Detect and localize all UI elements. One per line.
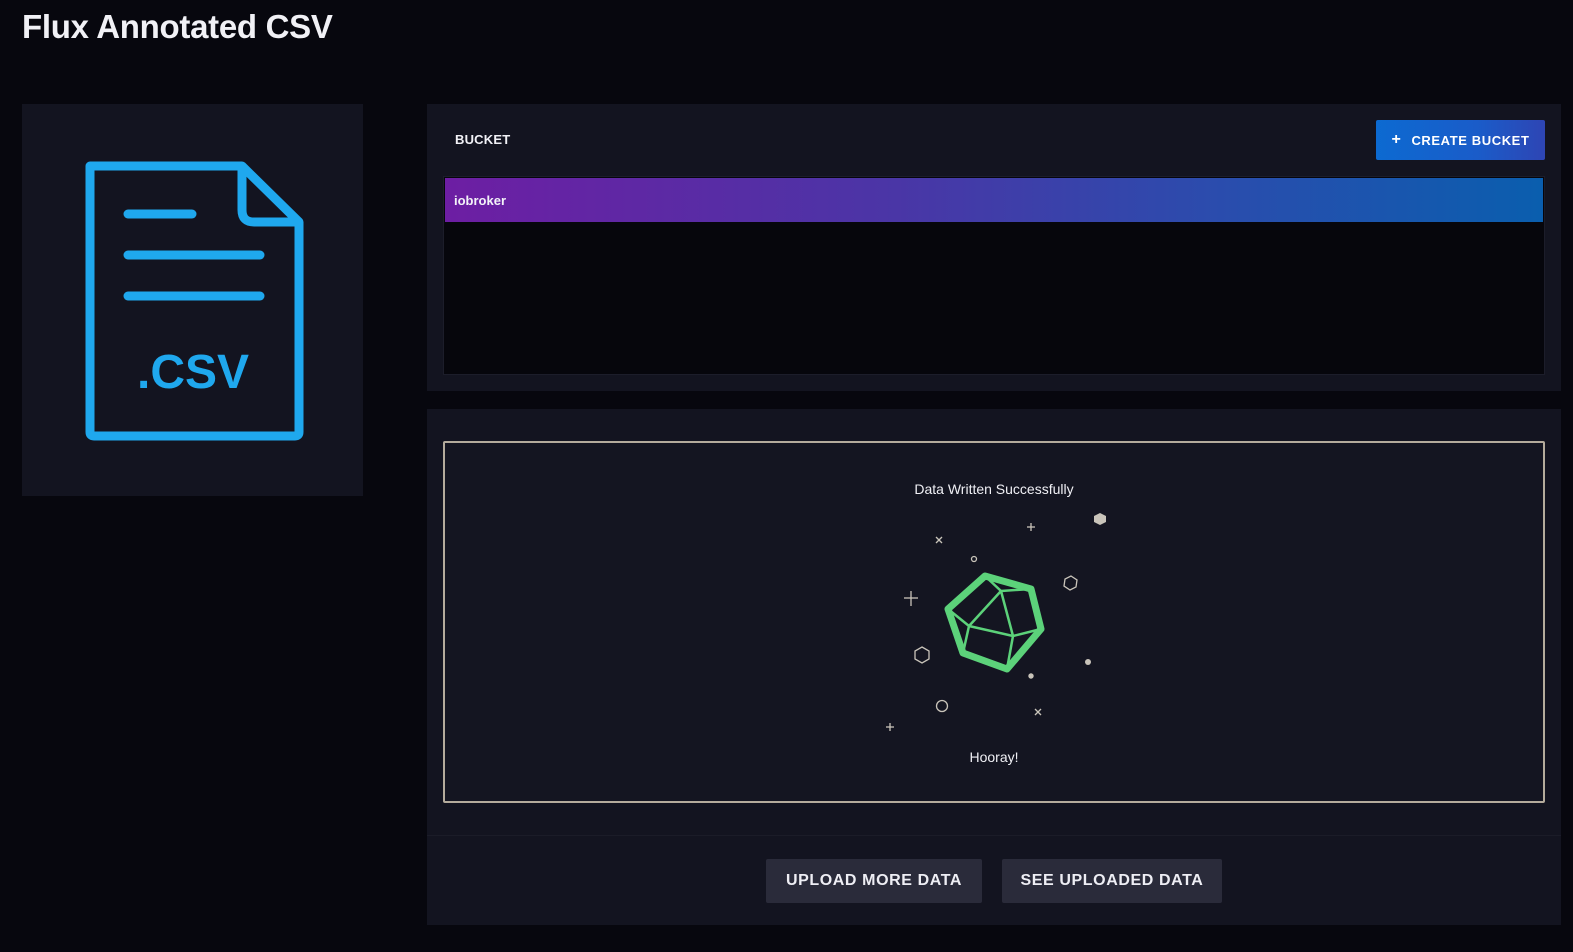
- upload-result-box: Data Written Successfully Hooray!: [443, 441, 1545, 803]
- csv-label: .CSV: [137, 346, 249, 399]
- result-panel: Data Written Successfully Hooray! UPLOAD…: [427, 409, 1561, 925]
- create-bucket-button[interactable]: + CREATE BUCKET: [1376, 120, 1545, 160]
- celebration-illustration: [886, 513, 1106, 731]
- plus-icon: +: [1391, 131, 1402, 148]
- bucket-item-iobroker[interactable]: iobroker: [445, 178, 1543, 222]
- bucket-list[interactable]: iobroker: [443, 176, 1545, 375]
- confetti-decoration: [886, 523, 1078, 731]
- hooray-message: Hooray!: [969, 749, 1019, 765]
- create-bucket-label: CREATE BUCKET: [1411, 132, 1530, 148]
- bucket-label: BUCKET: [455, 132, 511, 147]
- divider: [427, 835, 1561, 836]
- file-type-card: .CSV: [22, 104, 363, 496]
- page-title: Flux Annotated CSV: [22, 8, 333, 45]
- csv-file-icon: .CSV: [85, 161, 304, 441]
- bucket-panel: BUCKET + CREATE BUCKET iobroker: [427, 104, 1561, 391]
- success-gem-icon: [944, 572, 1045, 673]
- page: Flux Annotated CSV .CSV BUCKET + CREATE …: [0, 0, 1573, 952]
- action-buttons: UPLOAD MORE DATA SEE UPLOADED DATA: [427, 859, 1561, 903]
- bucket-item-label: iobroker: [454, 192, 507, 208]
- see-uploaded-data-button[interactable]: SEE UPLOADED DATA: [1002, 859, 1222, 903]
- upload-more-data-button[interactable]: UPLOAD MORE DATA: [766, 859, 982, 903]
